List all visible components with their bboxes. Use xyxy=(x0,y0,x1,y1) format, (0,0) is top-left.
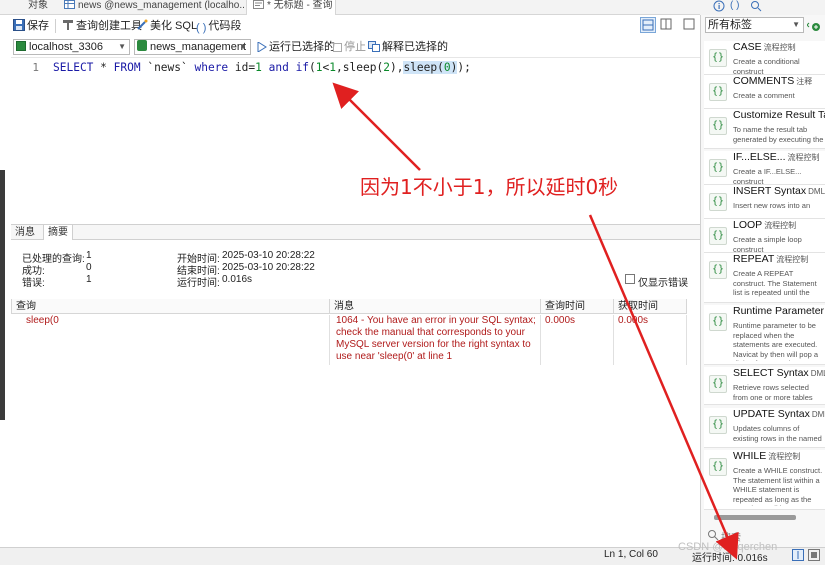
query-window: 对象 news @news_management (localho... * 无… xyxy=(0,0,825,565)
arrow-overlay xyxy=(332,82,739,560)
arrow-to-runtime xyxy=(588,214,739,560)
arrow-to-code xyxy=(332,82,421,171)
